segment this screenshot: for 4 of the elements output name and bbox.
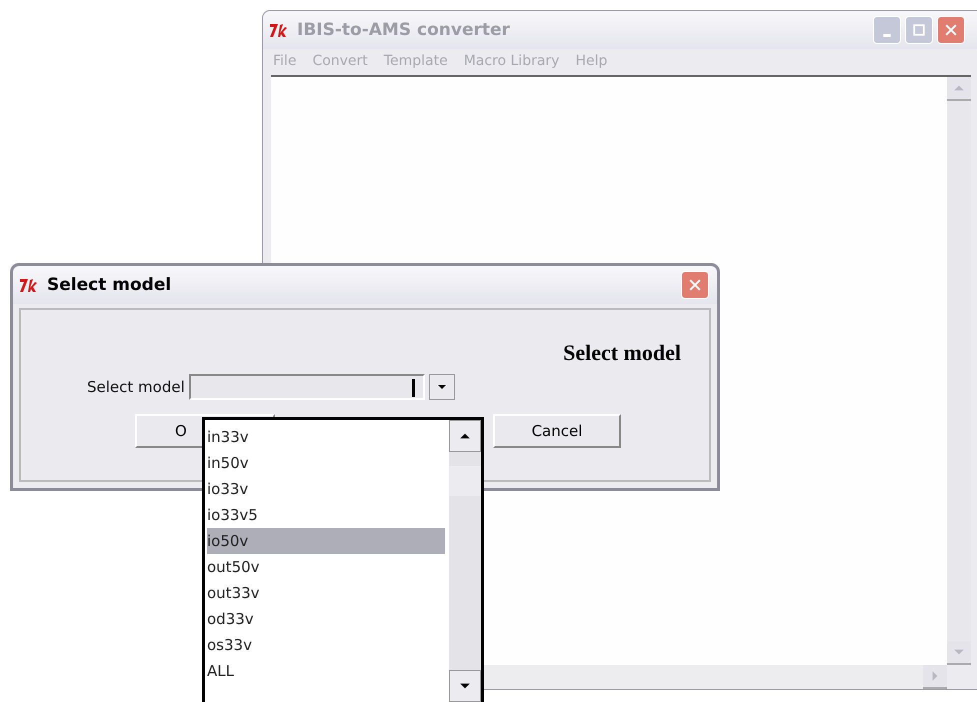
dialog-heading: Select model <box>563 340 681 366</box>
window-title: IBIS-to-AMS converter <box>297 20 511 40</box>
field-label: Select model <box>87 378 185 396</box>
dialog-title: Select model <box>47 275 172 295</box>
